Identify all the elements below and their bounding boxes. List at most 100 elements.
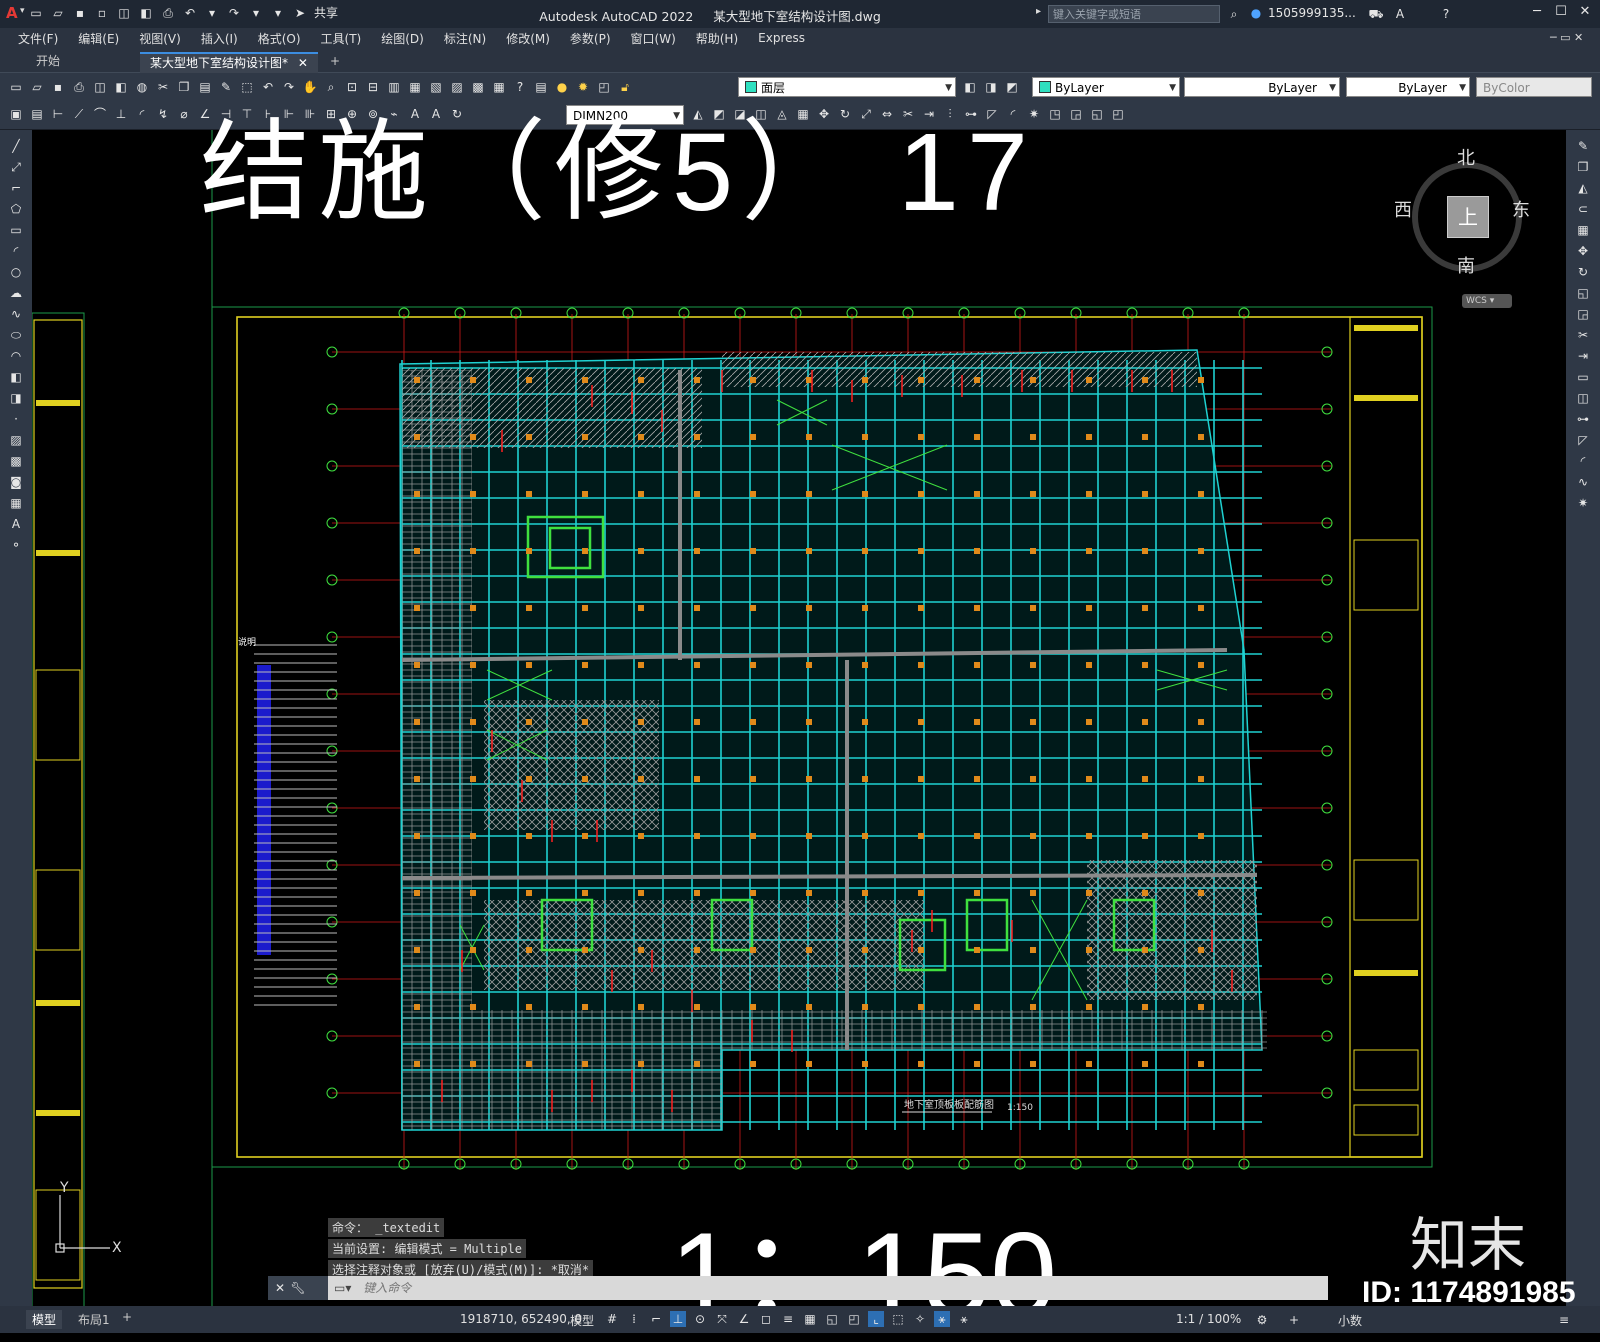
mtext-icon[interactable]: A [8, 516, 24, 532]
paste-icon[interactable]: ▤ [197, 79, 213, 95]
layer-states-icon[interactable]: ◩ [1004, 79, 1020, 95]
redo-icon[interactable]: ↷ [226, 5, 242, 21]
array-r-icon[interactable]: ▦ [1575, 222, 1591, 238]
help-tool-icon[interactable]: ? [512, 79, 528, 95]
coordinates-readout[interactable]: 1918710, 652490, 0 [460, 1312, 582, 1326]
app-menu-chevron-icon[interactable]: ▾ [20, 6, 25, 16]
polar-icon[interactable]: ⊙ [692, 1311, 708, 1327]
calculator-icon[interactable]: ▦ [491, 79, 507, 95]
menu-file[interactable]: 文件(F) [8, 30, 68, 47]
explode-r-icon[interactable]: ✷ [1575, 495, 1591, 511]
customize-command-icon[interactable]: 🔧︎ [290, 1280, 306, 1296]
circle-icon[interactable]: ○ [8, 264, 24, 280]
tab-start[interactable]: 开始 [26, 52, 70, 71]
wcs-menu[interactable]: WCS ▾ [1462, 294, 1512, 308]
cut-icon[interactable]: ✂ [155, 79, 171, 95]
move-r-icon[interactable]: ✥ [1575, 243, 1591, 259]
break-r-icon[interactable]: ◫ [1575, 390, 1591, 406]
chamfer-r-icon[interactable]: ◸ [1575, 432, 1591, 448]
selection-filter-icon[interactable]: ⬚ [890, 1311, 906, 1327]
print-icon[interactable]: ⎙ [71, 79, 87, 95]
menu-format[interactable]: 格式(O) [248, 30, 311, 47]
line-icon[interactable]: ╱ [8, 138, 24, 154]
spline-icon[interactable]: ∿ [8, 306, 24, 322]
infer-icon[interactable]: ⌐ [648, 1311, 664, 1327]
workspace-gear-icon[interactable]: ⚙ [1254, 1312, 1270, 1328]
layer-properties-icon[interactable]: ▤ [533, 79, 549, 95]
layout-tab-1[interactable]: 布局1 [72, 1310, 116, 1329]
autodesk-app-icon[interactable]: A [1392, 6, 1408, 22]
save-tool-icon[interactable]: ▪ [50, 79, 66, 95]
scale-r-icon[interactable]: ◱ [1575, 285, 1591, 301]
cart-icon[interactable]: ⛟ [1368, 6, 1384, 22]
rotate-r-icon[interactable]: ↻ [1575, 264, 1591, 280]
zoom-previous-icon[interactable]: ⊟ [365, 79, 381, 95]
workspace-settings-icon[interactable]: ▤ [29, 106, 45, 122]
undo-tool-icon[interactable]: ↶ [260, 79, 276, 95]
trim-r-icon[interactable]: ✂ [1575, 327, 1591, 343]
menu-window[interactable]: 窗口(W) [621, 30, 686, 47]
workspace-icon[interactable]: ▣ [8, 106, 24, 122]
make-current-icon[interactable]: ◧ [962, 79, 978, 95]
annotation-visibility-icon[interactable]: ⚹ [934, 1311, 950, 1327]
layer-vp-icon[interactable]: ◰ [596, 79, 612, 95]
maximize-icon[interactable]: ☐ [1550, 4, 1572, 22]
send-back-icon[interactable]: ◱ [1089, 106, 1105, 122]
compass-west[interactable]: 西 [1394, 196, 1412, 222]
preview-icon[interactable]: ◫ [92, 79, 108, 95]
fillet-r-icon[interactable]: ◜ [1575, 453, 1591, 469]
block-editor-icon[interactable]: ⬚ [239, 79, 255, 95]
ortho-icon[interactable]: ⊥ [670, 1311, 686, 1327]
ellipse-icon[interactable]: ⬭ [8, 327, 24, 343]
draworder-icon[interactable]: ◳ [1047, 106, 1063, 122]
menu-draw[interactable]: 绘图(D) [371, 30, 434, 47]
menu-help[interactable]: 帮助(H) [686, 30, 748, 47]
join-r-icon[interactable]: ⊶ [1575, 411, 1591, 427]
undo-icon[interactable]: ↶ [182, 5, 198, 21]
selection-cycling-icon[interactable]: ◱ [824, 1311, 840, 1327]
color-combo[interactable]: ByLayer ▼ [1032, 77, 1180, 97]
layout-tab-model[interactable]: 模型 [26, 1310, 63, 1329]
arc-length-icon[interactable]: ⌒ [92, 106, 108, 122]
save-icon[interactable]: ▪ [72, 5, 88, 21]
sheet-set-icon[interactable]: ▨ [449, 79, 465, 95]
offset-r-icon[interactable]: ⊂ [1575, 201, 1591, 217]
gradient-icon[interactable]: ▩ [8, 453, 24, 469]
user-name[interactable]: 1505999135... [1268, 6, 1356, 20]
ellipse-arc-icon[interactable]: ◠ [8, 348, 24, 364]
units-selector[interactable]: 小数 [1338, 1312, 1362, 1329]
copy-r-icon[interactable]: ❐ [1575, 159, 1591, 175]
menu-dimension[interactable]: 标注(N) [434, 30, 496, 47]
zoom-realtime-icon[interactable]: ⌕ [323, 79, 339, 95]
rectangle-icon[interactable]: ▭ [8, 222, 24, 238]
polyline-icon[interactable]: ⌐ [8, 180, 24, 196]
close-command-icon[interactable]: ✕ [272, 1280, 288, 1296]
make-block-icon[interactable]: ◨ [8, 390, 24, 406]
annotation-scale[interactable]: 1:1 / 100% [1176, 1312, 1241, 1326]
lineweight-icon[interactable]: ≡ [780, 1311, 796, 1327]
menu-view[interactable]: 视图(V) [129, 30, 191, 47]
polygon-icon[interactable]: ⬠ [8, 201, 24, 217]
lineweight-combo[interactable]: ByLayer ▼ [1346, 77, 1470, 97]
help-icon[interactable]: ? [1438, 6, 1454, 22]
blend-r-icon[interactable]: ∿ [1575, 474, 1591, 490]
diameter-dim-icon[interactable]: ⌀ [176, 106, 192, 122]
3d-osnap-icon[interactable]: ◰ [846, 1311, 862, 1327]
construction-line-icon[interactable]: ⤢ [8, 159, 24, 175]
menu-parametric[interactable]: 参数(P) [560, 30, 621, 47]
menu-edit[interactable]: 编辑(E) [68, 30, 129, 47]
layer-combo[interactable]: 面层 ▼ [738, 77, 956, 97]
open-icon[interactable]: ▱ [29, 79, 45, 95]
qnew-icon[interactable]: ▭ [8, 79, 24, 95]
compass-east[interactable]: 东 [1512, 196, 1530, 222]
new-tab-button[interactable]: + [320, 52, 350, 71]
autoscale-icon[interactable]: ⚹ [956, 1311, 972, 1327]
search-input[interactable]: 键入关键字或短语 [1048, 5, 1220, 23]
plot-icon[interactable]: ⎙ [160, 5, 176, 21]
user-icon[interactable]: ● [1248, 5, 1264, 21]
customize-icon[interactable]: ▾ [270, 5, 286, 21]
drawing-canvas[interactable]: 地下室顶板板配筋图 1:150 说明 Y X [32, 130, 1566, 1308]
3d-print-icon[interactable]: ◍ [134, 79, 150, 95]
aligned-dim-icon[interactable]: ⟋ [71, 106, 87, 122]
autocad-logo-icon[interactable]: A [6, 4, 18, 22]
